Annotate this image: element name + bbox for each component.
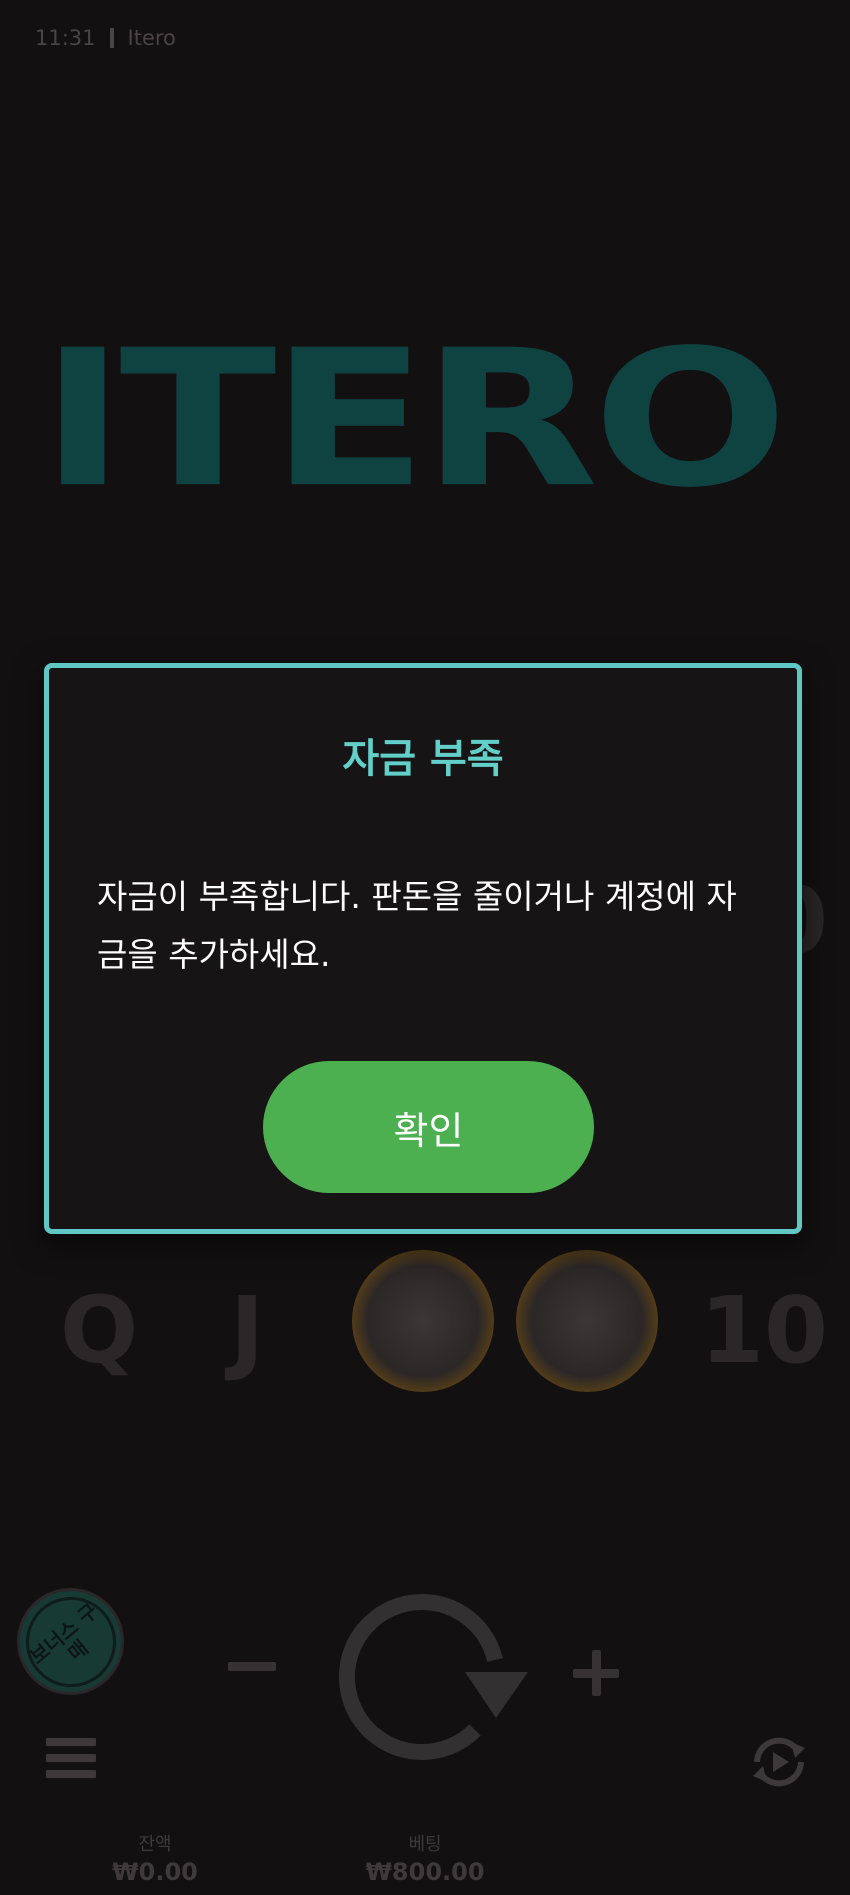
reel-symbol-head — [352, 1250, 494, 1392]
autoplay-icon[interactable] — [745, 1728, 813, 1796]
status-app-name: Itero — [127, 26, 176, 50]
bet-label: 베팅 — [408, 1834, 442, 1855]
minus-icon[interactable] — [228, 1640, 280, 1692]
balance-value: ₩0.00 — [112, 1858, 198, 1886]
bonus-buy-button[interactable]: 보너스 구매 — [7, 1578, 134, 1705]
bonus-buy-label: 보너스 구매 — [7, 1578, 134, 1705]
balance-display: 잔액 ₩0.00 — [105, 1830, 205, 1886]
confirm-button[interactable]: 확인 — [263, 1061, 594, 1193]
game-logo: ITERO — [40, 330, 788, 511]
reel-symbol-head — [516, 1250, 658, 1392]
reel-symbol-10: 10 — [700, 1277, 829, 1384]
status-separator — [109, 28, 114, 48]
balance-label: 잔액 — [138, 1834, 172, 1855]
spin-arrow-icon — [339, 1593, 528, 1760]
reel-symbol-j: J — [230, 1277, 265, 1384]
insufficient-funds-dialog: 자금 부족 자금이 부족합니다. 판돈을 줄이거나 계정에 자금을 추가하세요.… — [44, 663, 802, 1234]
dialog-message: 자금이 부족합니다. 판돈을 줄이거나 계정에 자금을 추가하세요. — [97, 877, 737, 974]
hamburger-menu-icon[interactable] — [46, 1738, 96, 1780]
status-time: 11:31 — [35, 26, 96, 50]
bet-display: 베팅 ₩800.00 — [360, 1830, 490, 1886]
bet-value: ₩800.00 — [365, 1858, 485, 1886]
reel-symbol-q: Q — [60, 1277, 139, 1384]
dialog-title: 자금 부족 — [342, 736, 504, 782]
status-bar: 11:31 Itero — [35, 26, 176, 50]
spin-button[interactable] — [330, 1580, 530, 1780]
plus-icon[interactable] — [573, 1650, 621, 1698]
